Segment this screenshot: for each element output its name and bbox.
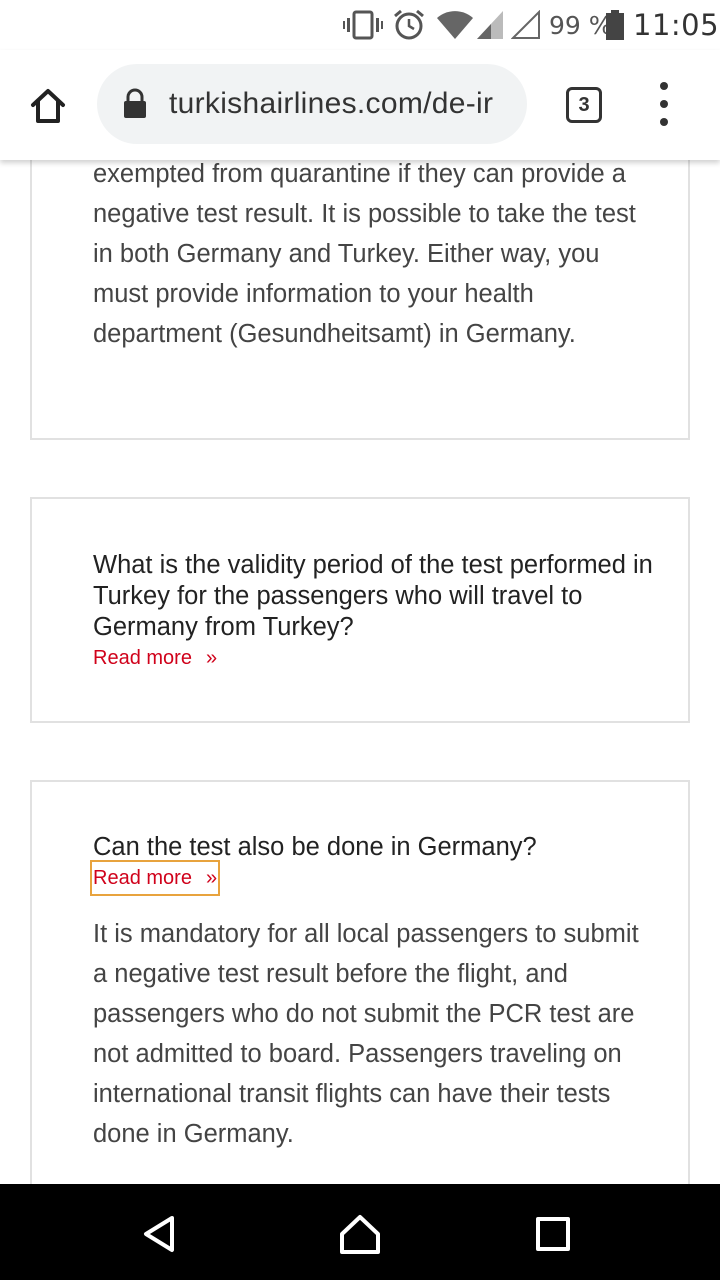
url-text: turkishairlines.com/de-ir	[169, 87, 494, 120]
faq-card: What is the validity period of the test …	[30, 497, 690, 723]
alarm-icon	[392, 8, 426, 42]
back-triangle-icon[interactable]	[138, 1212, 182, 1256]
address-bar[interactable]: turkishairlines.com/de-ir	[97, 64, 527, 144]
clock: 11:05	[633, 8, 720, 42]
tab-switcher-button[interactable]: 3	[566, 87, 602, 123]
read-more-link[interactable]: Read more »	[89, 860, 221, 896]
faq-question: What is the validity period of the test …	[93, 551, 653, 641]
battery-icon	[606, 8, 624, 42]
status-bar: 99 % 11:05	[0, 0, 720, 50]
more-vert-icon[interactable]	[650, 82, 678, 126]
home-icon[interactable]	[22, 80, 74, 132]
home-circle-icon[interactable]	[338, 1212, 382, 1256]
lock-icon	[122, 88, 148, 124]
read-more-link[interactable]: Read more »	[93, 642, 217, 674]
faq-card: exempted from quarantine if they can pro…	[30, 160, 690, 440]
vibrate-icon	[343, 8, 383, 42]
faq-question: Can the test also be done in Germany?	[93, 833, 537, 861]
system-nav-bar	[0, 1184, 720, 1280]
cell-signal-icon	[476, 8, 504, 42]
faq-answer-text: exempted from quarantine if they can pro…	[93, 160, 636, 348]
double-chevron-right-icon: »	[205, 646, 218, 669]
wifi-icon	[436, 8, 474, 42]
battery-level: 99 %	[549, 10, 613, 40]
faq-card: Can the test also be done in Germany? Re…	[30, 780, 690, 1184]
read-more-label: Read more	[93, 646, 192, 669]
cell-signal-empty-icon	[511, 8, 541, 42]
read-more-label: Read more	[93, 866, 192, 889]
browser-toolbar: turkishairlines.com/de-ir 3	[0, 50, 720, 160]
recents-square-icon[interactable]	[531, 1212, 575, 1256]
page-content: exempted from quarantine if they can pro…	[0, 160, 720, 1184]
double-chevron-right-icon: »	[205, 866, 218, 889]
faq-answer-text: It is mandatory for all local passengers…	[93, 920, 639, 1148]
